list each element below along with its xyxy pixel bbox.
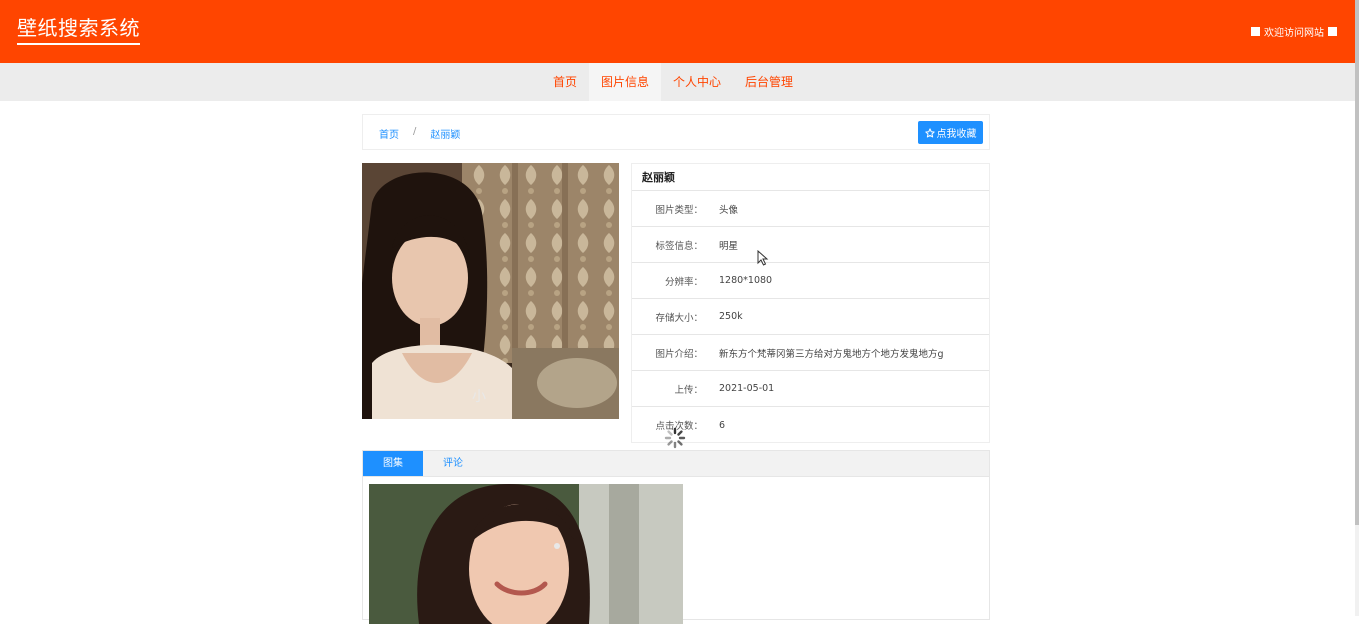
- site-title[interactable]: 壁纸搜索系统: [17, 16, 140, 45]
- breadcrumb-separator: /: [413, 126, 417, 137]
- info-row-type: 图片类型： 头像: [632, 191, 989, 227]
- top-header: 壁纸搜索系统 欢迎访问网站: [0, 0, 1355, 63]
- info-value: 250k: [719, 311, 743, 322]
- tab-gallery[interactable]: 图集: [363, 451, 423, 476]
- breadcrumb: 首页 / 赵丽颖 点我收藏: [362, 114, 990, 150]
- breadcrumb-current[interactable]: 赵丽颖: [430, 126, 460, 141]
- info-value: 1280*1080: [719, 275, 773, 286]
- nav-item-images[interactable]: 图片信息: [589, 63, 662, 101]
- favorite-button-label: 点我收藏: [936, 129, 977, 140]
- info-value: 6: [719, 419, 726, 431]
- wallpaper-photo: 小: [362, 163, 619, 419]
- info-value: 头像: [719, 204, 739, 216]
- nav-item-profile[interactable]: 个人中心: [661, 63, 733, 101]
- info-label: 标签信息：: [655, 240, 703, 252]
- breadcrumb-home[interactable]: 首页: [379, 126, 399, 141]
- info-value: 新东方个梵蒂冈第三方给对方鬼地方个地方发鬼地方g: [719, 348, 944, 360]
- scrollbar-thumb[interactable]: [1355, 0, 1359, 525]
- info-label: 分辨率：: [664, 276, 703, 288]
- favorite-button[interactable]: 点我收藏: [918, 121, 983, 144]
- nav-item-admin[interactable]: 后台管理: [733, 63, 805, 101]
- info-label: 上传：: [674, 384, 703, 396]
- gallery-image[interactable]: [369, 484, 683, 624]
- photo-caption: 小: [472, 389, 486, 405]
- nav-item-home[interactable]: 首页: [541, 63, 589, 101]
- info-value: 2021-05-01: [719, 383, 775, 394]
- welcome-banner: 欢迎访问网站: [1251, 24, 1337, 39]
- tab-comments[interactable]: 评论: [423, 451, 483, 476]
- welcome-text: 欢迎访问网站: [1264, 28, 1324, 39]
- main-nav: 首页 图片信息 个人中心 后台管理: [0, 63, 1355, 101]
- info-row-tags: 标签信息： 明星: [632, 227, 989, 263]
- info-row-upload: 上传： 2021-05-01: [632, 371, 989, 407]
- gallery-tabs: 图集 评论: [362, 450, 990, 624]
- info-label: 存储大小：: [655, 312, 703, 324]
- info-row-resolution: 分辨率： 1280*1080: [632, 263, 989, 299]
- loading-spinner-icon: [664, 427, 686, 449]
- info-label: 图片类型：: [655, 204, 703, 216]
- image-info-panel: 赵丽颖 图片类型： 头像 标签信息： 明星 分辨率： 1280*1080 存储大…: [631, 163, 990, 443]
- image-title: 赵丽颖: [632, 164, 989, 191]
- info-row-size: 存储大小： 250k: [632, 299, 989, 335]
- info-row-description: 图片介绍： 新东方个梵蒂冈第三方给对方鬼地方个地方发鬼地方g: [632, 335, 989, 371]
- info-value: 明星: [719, 240, 739, 252]
- square-icon: [1251, 27, 1260, 36]
- info-label: 图片介绍：: [655, 348, 703, 360]
- square-icon: [1328, 27, 1337, 36]
- star-icon: [924, 127, 935, 137]
- mouse-pointer-icon: [757, 250, 769, 266]
- scrollbar[interactable]: [1355, 0, 1359, 616]
